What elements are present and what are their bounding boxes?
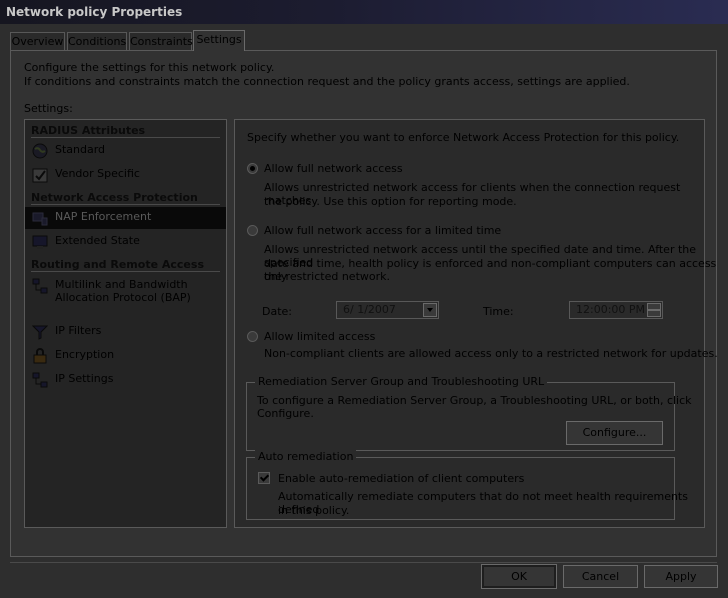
auto-remediation-legend: Auto remediation xyxy=(255,450,357,463)
sidebar-item-label: Encryption xyxy=(55,348,115,361)
globe-icon xyxy=(32,143,48,159)
lock-icon xyxy=(32,348,48,364)
dialog-window: Network policy Properties Overview Condi… xyxy=(0,0,728,598)
network-icon xyxy=(32,372,48,388)
checklist-icon xyxy=(32,167,48,183)
configure-button[interactable]: Configure... xyxy=(566,421,663,445)
monitor-icon xyxy=(32,234,48,250)
sidebar-item-label: NAP Enforcement xyxy=(55,210,152,223)
sidebar-item-label: Standard xyxy=(55,143,106,156)
title-bar[interactable]: Network policy Properties xyxy=(0,0,728,24)
sidebar-item-label: IP Settings xyxy=(55,372,114,385)
apply-button[interactable]: Apply xyxy=(644,565,718,588)
remediation-text-1: To configure a Remediation Server Group,… xyxy=(257,394,692,407)
category-divider xyxy=(31,137,220,138)
category-radius-attributes: RADIUS Attributes xyxy=(31,124,146,137)
category-divider xyxy=(31,271,220,272)
cancel-button[interactable]: Cancel xyxy=(563,565,638,588)
tab-constraints[interactable]: Constraints xyxy=(129,32,193,50)
time-label: Time: xyxy=(483,305,514,318)
auto-remediation-desc-2: in this policy. xyxy=(278,504,350,517)
tab-overview[interactable]: Overview xyxy=(10,32,65,50)
tab-conditions[interactable]: Conditions xyxy=(67,32,127,50)
footer-divider xyxy=(10,562,717,563)
nap-intro-text: Specify whether you want to enforce Netw… xyxy=(247,131,680,144)
radio-limited-access[interactable] xyxy=(247,331,258,342)
spin-down-icon[interactable] xyxy=(647,310,661,317)
window-title: Network policy Properties xyxy=(6,5,183,19)
sidebar-item-encryption[interactable]: Encryption xyxy=(25,345,226,367)
settings-category-list[interactable]: RADIUS Attributes Standard Vendor Specif… xyxy=(24,119,227,528)
auto-remediation-checkbox-label[interactable]: Enable auto-remediation of client comput… xyxy=(278,472,524,485)
date-picker[interactable]: 6/ 1/2007 xyxy=(336,301,439,319)
date-label: Date: xyxy=(262,305,292,318)
settings-label: Settings: xyxy=(24,102,73,115)
nap-enforcement-icon xyxy=(32,210,48,226)
chevron-down-icon[interactable] xyxy=(423,303,437,317)
sidebar-item-extended-state[interactable]: Extended State xyxy=(25,231,226,253)
sidebar-item-ip-filters[interactable]: IP Filters xyxy=(25,321,226,343)
sidebar-item-label: IP Filters xyxy=(55,324,102,337)
description-line-2: If conditions and constraints match the … xyxy=(24,75,630,88)
sidebar-item-multilink-bap[interactable]: Multilink and Bandwidth Allocation Proto… xyxy=(25,275,226,309)
description-line-1: Configure the settings for this network … xyxy=(24,61,275,74)
sidebar-item-label: Vendor Specific xyxy=(55,167,140,180)
remediation-group-legend: Remediation Server Group and Troubleshoo… xyxy=(255,375,548,388)
radio-full-access[interactable] xyxy=(247,163,258,174)
full-access-desc-2: the policy. Use this option for reportin… xyxy=(264,195,517,208)
sidebar-item-label: Multilink and Bandwidth xyxy=(55,278,188,291)
limited-access-desc-1: Non-compliant clients are allowed access… xyxy=(264,347,718,360)
time-value: 12:00:00 PM xyxy=(576,303,646,316)
radio-full-access-label[interactable]: Allow full network access xyxy=(264,162,403,175)
spin-up-icon[interactable] xyxy=(647,303,661,310)
auto-remediation-checkbox[interactable] xyxy=(258,472,270,484)
sidebar-item-label: Extended State xyxy=(55,234,140,247)
time-spinner[interactable] xyxy=(647,303,661,317)
category-divider xyxy=(31,204,220,205)
sidebar-item-vendor-specific[interactable]: Vendor Specific xyxy=(25,164,226,186)
radio-limited-access-label[interactable]: Allow limited access xyxy=(264,330,375,343)
radio-limited-time-label[interactable]: Allow full network access for a limited … xyxy=(264,224,501,237)
category-network-access-protection: Network Access Protection xyxy=(31,191,198,204)
remediation-text-2: Configure. xyxy=(257,407,314,420)
sidebar-item-nap-enforcement[interactable]: NAP Enforcement xyxy=(25,207,226,229)
ok-button[interactable]: OK xyxy=(481,564,557,589)
filter-icon xyxy=(31,324,49,340)
radio-limited-time[interactable] xyxy=(247,225,258,236)
sidebar-item-standard[interactable]: Standard xyxy=(25,140,226,162)
network-icon xyxy=(32,278,48,294)
date-value: 6/ 1/2007 xyxy=(343,303,396,316)
time-picker[interactable]: 12:00:00 PM xyxy=(569,301,663,319)
category-routing-remote-access: Routing and Remote Access xyxy=(31,258,204,271)
tab-settings[interactable]: Settings xyxy=(193,30,245,51)
sidebar-item-ip-settings[interactable]: IP Settings xyxy=(25,369,226,391)
limited-time-desc-3: the restricted network. xyxy=(264,270,390,283)
sidebar-item-label-line-2: Allocation Protocol (BAP) xyxy=(55,291,191,304)
